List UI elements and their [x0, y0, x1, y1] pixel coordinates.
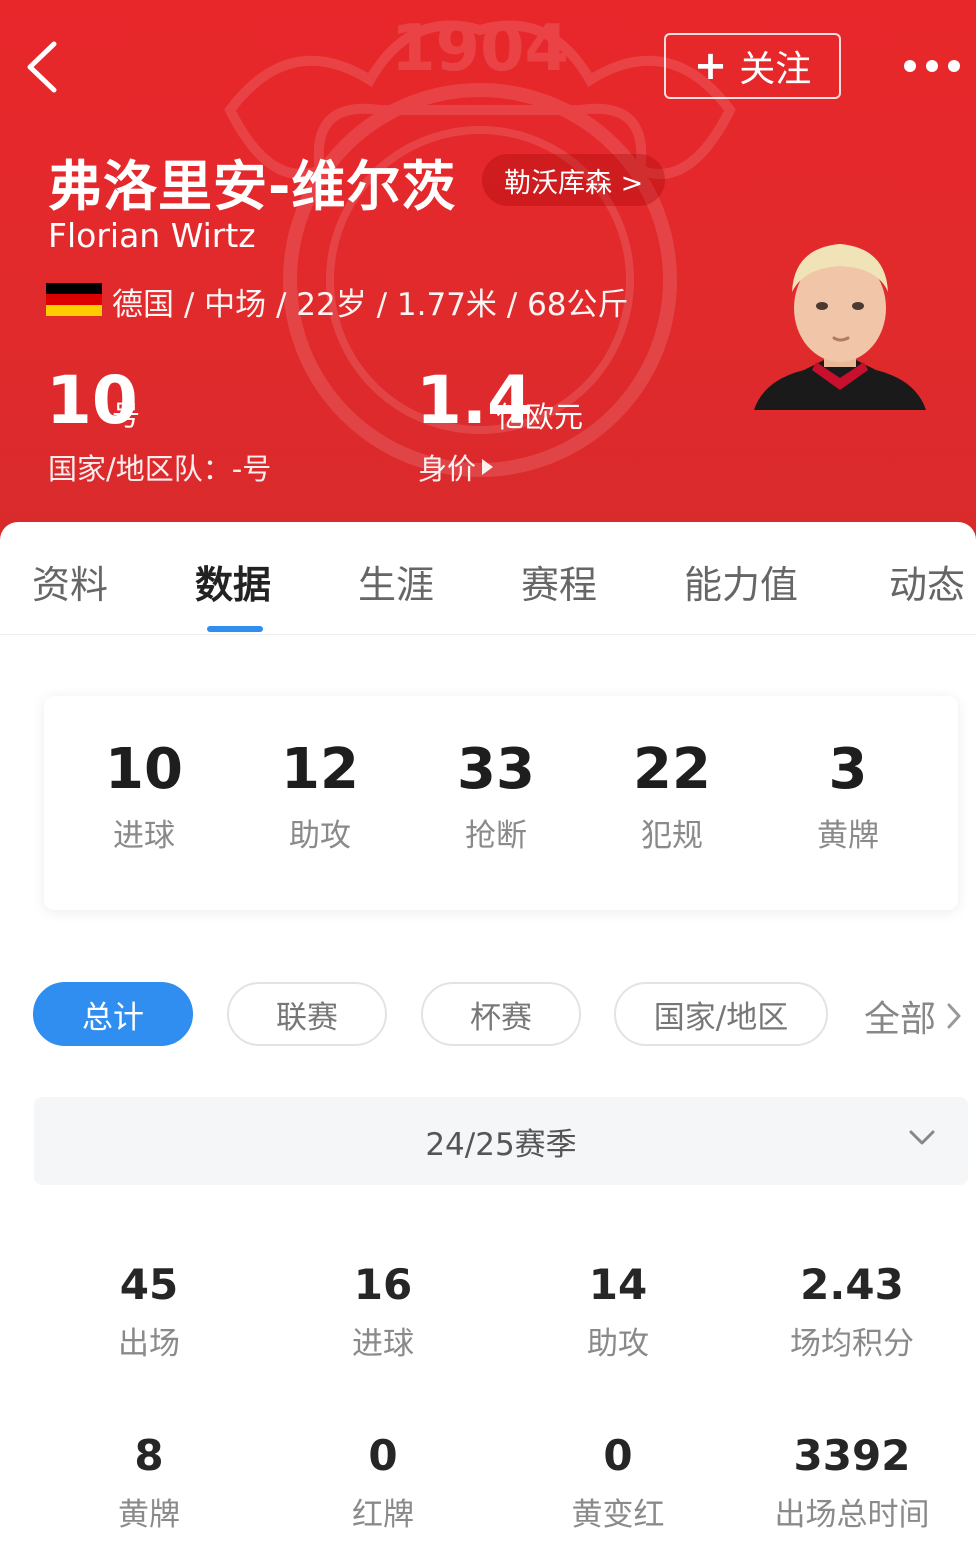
- tab-stats[interactable]: 数据: [195, 554, 271, 609]
- stat-value: 16: [353, 1260, 413, 1309]
- stat-assists: 14 助攻: [501, 1258, 735, 1363]
- shirt-number-unit: 号: [112, 399, 141, 432]
- market-value-link[interactable]: 身价: [418, 446, 494, 488]
- stat-value: 14: [588, 1260, 648, 1309]
- stat-label: 出场: [118, 1326, 180, 1362]
- plus-icon: +: [693, 43, 728, 89]
- stat-minutes-played: 3392 出场总时间: [735, 1429, 969, 1534]
- filter-total[interactable]: 总计: [33, 982, 193, 1046]
- summary-value: 12: [281, 737, 359, 802]
- summary-value: 33: [457, 737, 535, 802]
- stat-label: 助攻: [587, 1326, 649, 1362]
- market-value-unit: 亿欧元: [496, 400, 584, 434]
- more-options-icon[interactable]: [904, 54, 968, 78]
- stat-value: 0: [368, 1431, 398, 1480]
- player-header: 1904 + 关注 弗洛里安-维尔茨 勒沃库森 > Florian Wirtz …: [0, 0, 976, 560]
- stat-points-per-game: 2.43 场均积分: [735, 1258, 969, 1363]
- germany-flag-icon: [46, 283, 102, 316]
- stat-label: 出场总时间: [774, 1497, 930, 1533]
- stat-goals: 16 进球: [266, 1258, 500, 1363]
- filter-league[interactable]: 联赛: [227, 982, 387, 1046]
- summary-label: 犯规: [641, 818, 703, 854]
- tab-ability[interactable]: 能力值: [684, 554, 798, 609]
- summary-label: 抢断: [465, 818, 527, 854]
- stat-value: 8: [134, 1431, 164, 1480]
- tab-career[interactable]: 生涯: [358, 554, 434, 609]
- summary-fouls: 22 犯规: [584, 736, 760, 855]
- active-tab-indicator: [207, 626, 263, 632]
- filter-all-label: 全部: [864, 999, 937, 1040]
- stat-value: 2.43: [800, 1260, 904, 1309]
- player-name-cn: 弗洛里安-维尔茨: [48, 155, 457, 218]
- summary-label: 助攻: [289, 818, 351, 854]
- summary-assists: 12 助攻: [232, 736, 408, 855]
- svg-text:1904: 1904: [391, 12, 569, 86]
- summary-value: 3: [828, 737, 868, 802]
- player-info: 德国 / 中场 / 22岁 / 1.77米 / 68公斤: [112, 287, 629, 323]
- stat-red-cards: 0 红牌: [266, 1429, 500, 1534]
- summary-yellow-cards: 3 黄牌: [760, 736, 936, 855]
- national-team-number: 国家/地区队：-号: [48, 452, 272, 486]
- follow-button[interactable]: + 关注: [664, 33, 841, 99]
- team-link[interactable]: 勒沃库森 >: [482, 154, 666, 206]
- summary-stats-card: 10 进球 12 助攻 33 抢断 22 犯规 3 黄牌: [44, 696, 958, 910]
- tab-news[interactable]: 动态: [889, 554, 965, 609]
- summary-value: 22: [633, 737, 711, 802]
- stat-value: 3392: [793, 1431, 911, 1480]
- tab-schedule[interactable]: 赛程: [521, 554, 597, 609]
- stat-label: 场均积分: [790, 1326, 914, 1362]
- stat-value: 0: [603, 1431, 633, 1480]
- filter-national[interactable]: 国家/地区: [614, 982, 828, 1046]
- triangle-right-icon: [482, 459, 494, 475]
- summary-goals: 10 进球: [56, 736, 232, 855]
- stat-label: 黄变红: [571, 1497, 665, 1533]
- back-icon[interactable]: [22, 38, 70, 96]
- stat-label: 黄牌: [118, 1497, 180, 1533]
- summary-value: 10: [105, 737, 183, 802]
- follow-label: 关注: [739, 49, 812, 90]
- tab-bar: 资料 数据 生涯 赛程 能力值 动态: [0, 522, 976, 635]
- stat-label: 进球: [352, 1326, 414, 1362]
- filter-cup[interactable]: 杯赛: [421, 982, 581, 1046]
- stat-yellow-cards: 8 黄牌: [32, 1429, 266, 1534]
- filter-all-link[interactable]: 全部: [864, 990, 962, 1042]
- season-label: 24/25赛季: [425, 1127, 577, 1163]
- summary-label: 黄牌: [817, 818, 879, 854]
- chevron-right-icon: [947, 1003, 961, 1029]
- summary-tackles: 33 抢断: [408, 736, 584, 855]
- tab-profile[interactable]: 资料: [32, 554, 108, 609]
- market-value-label: 身价: [418, 452, 477, 486]
- stat-appearances: 45 出场: [32, 1258, 266, 1363]
- stat-label: 红牌: [352, 1497, 414, 1533]
- summary-label: 进球: [113, 818, 175, 854]
- stat-second-yellow: 0 黄变红: [501, 1429, 735, 1534]
- stat-value: 45: [119, 1260, 179, 1309]
- season-selector[interactable]: 24/25赛季: [34, 1097, 968, 1185]
- player-name-en: Florian Wirtz: [48, 216, 256, 255]
- chevron-down-icon: [909, 1130, 935, 1145]
- player-portrait: [754, 244, 926, 410]
